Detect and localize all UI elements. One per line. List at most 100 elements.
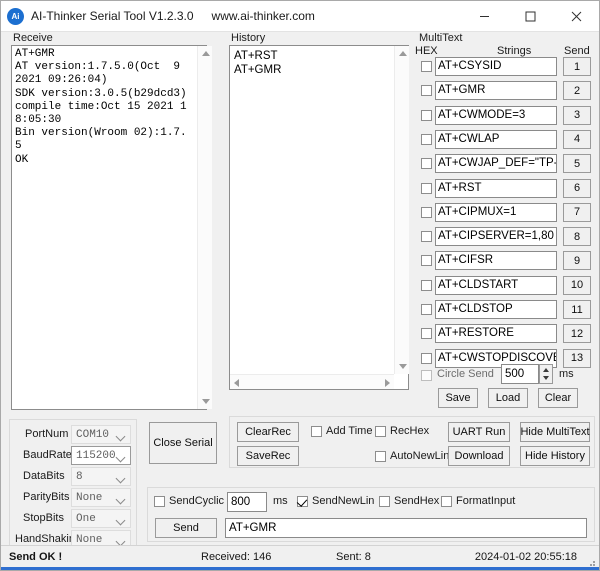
close-icon[interactable]: [553, 1, 599, 31]
multitext-string-input[interactable]: AT+CWMODE=3: [435, 106, 557, 125]
circle-send-interval-input[interactable]: 500: [501, 364, 539, 384]
formatinput-checkbox[interactable]: [441, 496, 452, 507]
multitext-send-button[interactable]: 5: [563, 154, 591, 173]
hide-multitext-button[interactable]: Hide MultiText: [520, 422, 590, 442]
stepper-down-icon[interactable]: [543, 376, 549, 380]
title-bar: Ai AI-Thinker Serial Tool V1.2.3.0 www.a…: [1, 1, 599, 32]
multitext-send-button[interactable]: 12: [563, 324, 591, 343]
paritybits-select[interactable]: None: [71, 488, 131, 507]
rechex-checkbox[interactable]: [375, 426, 386, 437]
multitext-send-button[interactable]: 13: [563, 349, 591, 368]
status-received: Received: 146: [201, 551, 271, 563]
send-interval-input[interactable]: 800: [227, 492, 267, 512]
clear-button[interactable]: Clear: [538, 388, 578, 408]
scroll-down-icon[interactable]: [399, 364, 407, 369]
multitext-hex-checkbox[interactable]: [421, 231, 432, 242]
multitext-string-value: AT+GMR: [438, 84, 485, 96]
multitext-string-input[interactable]: AT+GMR: [435, 81, 557, 100]
baudrate-select[interactable]: 115200: [71, 446, 131, 465]
multitext-send-button[interactable]: 1: [563, 57, 591, 76]
load-button[interactable]: Load: [488, 388, 528, 408]
history-vertical-scrollbar[interactable]: [394, 46, 409, 374]
maximize-icon[interactable]: [507, 1, 553, 31]
multitext-string-input[interactable]: AT+CIPMUX=1: [435, 203, 557, 222]
multitext-hex-checkbox[interactable]: [421, 158, 432, 169]
scroll-left-icon[interactable]: [234, 379, 239, 387]
multitext-string-input[interactable]: AT+RST: [435, 179, 557, 198]
multitext-send-button[interactable]: 9: [563, 251, 591, 270]
sendhex-checkbox[interactable]: [379, 496, 390, 507]
multitext-string-input[interactable]: AT+CSYSID: [435, 57, 557, 76]
databits-select[interactable]: 8: [71, 467, 131, 486]
multitext-string-input[interactable]: AT+CWLAP: [435, 130, 557, 149]
history-label: History: [231, 32, 265, 44]
hide-history-button[interactable]: Hide History: [520, 446, 590, 466]
resize-grip-icon[interactable]: [586, 557, 596, 567]
autonewline-label: AutoNewLine: [390, 450, 455, 462]
history-horizontal-scrollbar[interactable]: [230, 374, 394, 389]
multitext-send-button[interactable]: 7: [563, 203, 591, 222]
circle-send-interval-stepper[interactable]: [539, 364, 553, 384]
save-button[interactable]: Save: [438, 388, 478, 408]
multitext-hex-checkbox[interactable]: [421, 134, 432, 145]
multitext-send-button[interactable]: 6: [563, 179, 591, 198]
send-button[interactable]: Send: [155, 518, 217, 538]
stepper-up-icon[interactable]: [543, 368, 549, 372]
multitext-hex-checkbox[interactable]: [421, 207, 432, 218]
portnum-value: COM10: [76, 429, 109, 441]
multitext-hex-checkbox[interactable]: [421, 304, 432, 315]
scroll-up-icon[interactable]: [202, 51, 210, 56]
multitext-string-input[interactable]: AT+CLDSTOP: [435, 300, 557, 319]
uart-run-button[interactable]: UART Run: [448, 422, 510, 442]
multitext-hex-checkbox[interactable]: [421, 61, 432, 72]
multitext-hex-checkbox[interactable]: [421, 255, 432, 266]
multitext-string-value: AT+RST: [438, 182, 482, 194]
history-content: AT+RST AT+GMR: [234, 49, 384, 77]
multitext-send-button[interactable]: 10: [563, 276, 591, 295]
scroll-right-icon[interactable]: [385, 379, 390, 387]
close-serial-button[interactable]: Close Serial: [149, 422, 217, 464]
receive-textarea[interactable]: AT+GMR AT version:1.7.5.0(Oct 9 2021 09:…: [11, 45, 207, 410]
multitext-send-button[interactable]: 3: [563, 106, 591, 125]
scroll-up-icon[interactable]: [399, 51, 407, 56]
multitext-string-input[interactable]: AT+CIPSERVER=1,80: [435, 227, 557, 246]
circle-send-checkbox[interactable]: [421, 370, 432, 381]
scroll-down-icon[interactable]: [202, 399, 210, 404]
multitext-string-input[interactable]: AT+CIFSR: [435, 251, 557, 270]
receive-vertical-scrollbar[interactable]: [197, 46, 212, 409]
multitext-hex-checkbox[interactable]: [421, 110, 432, 121]
send-text-value: AT+GMR: [229, 522, 276, 534]
multitext-hex-checkbox[interactable]: [421, 328, 432, 339]
add-time-checkbox[interactable]: [311, 426, 322, 437]
download-button[interactable]: Download: [448, 446, 510, 466]
minimize-icon[interactable]: [461, 1, 507, 31]
multitext-string-input[interactable]: AT+CLDSTART: [435, 276, 557, 295]
send-interval-unit-label: ms: [273, 495, 288, 507]
receive-label: Receive: [13, 32, 53, 44]
multitext-string-value: AT+CLDSTOP: [438, 303, 513, 315]
clearrec-button[interactable]: ClearRec: [237, 422, 299, 442]
multitext-send-button[interactable]: 2: [563, 81, 591, 100]
multitext-send-button[interactable]: 8: [563, 227, 591, 246]
saverec-button[interactable]: SaveRec: [237, 446, 299, 466]
multitext-hex-checkbox[interactable]: [421, 353, 432, 364]
status-message: Send OK !: [9, 551, 62, 563]
multitext-hex-checkbox[interactable]: [421, 280, 432, 291]
sendnewline-checkbox[interactable]: [297, 496, 308, 507]
multitext-string-input[interactable]: AT+CWJAP_DEF="TP-Link: [435, 154, 557, 173]
autonewline-checkbox[interactable]: [375, 451, 386, 462]
stopbits-select[interactable]: One: [71, 509, 131, 528]
multitext-hex-checkbox[interactable]: [421, 183, 432, 194]
multitext-send-button[interactable]: 11: [563, 300, 591, 319]
multitext-string-value: AT+CWSTOPDISCOVER: [438, 352, 557, 364]
multitext-hex-checkbox[interactable]: [421, 85, 432, 96]
multitext-strings-header: Strings: [497, 45, 531, 57]
multitext-string-value: AT+CSYSID: [438, 60, 501, 72]
multitext-send-button[interactable]: 4: [563, 130, 591, 149]
multitext-string-input[interactable]: AT+RESTORE: [435, 324, 557, 343]
portnum-select[interactable]: COM10: [71, 425, 131, 444]
send-text-input[interactable]: AT+GMR: [225, 518, 587, 538]
serial-tool-window: Ai AI-Thinker Serial Tool V1.2.3.0 www.a…: [0, 0, 600, 571]
sendcyclic-checkbox[interactable]: [154, 496, 165, 507]
history-textarea[interactable]: AT+RST AT+GMR: [229, 45, 409, 390]
